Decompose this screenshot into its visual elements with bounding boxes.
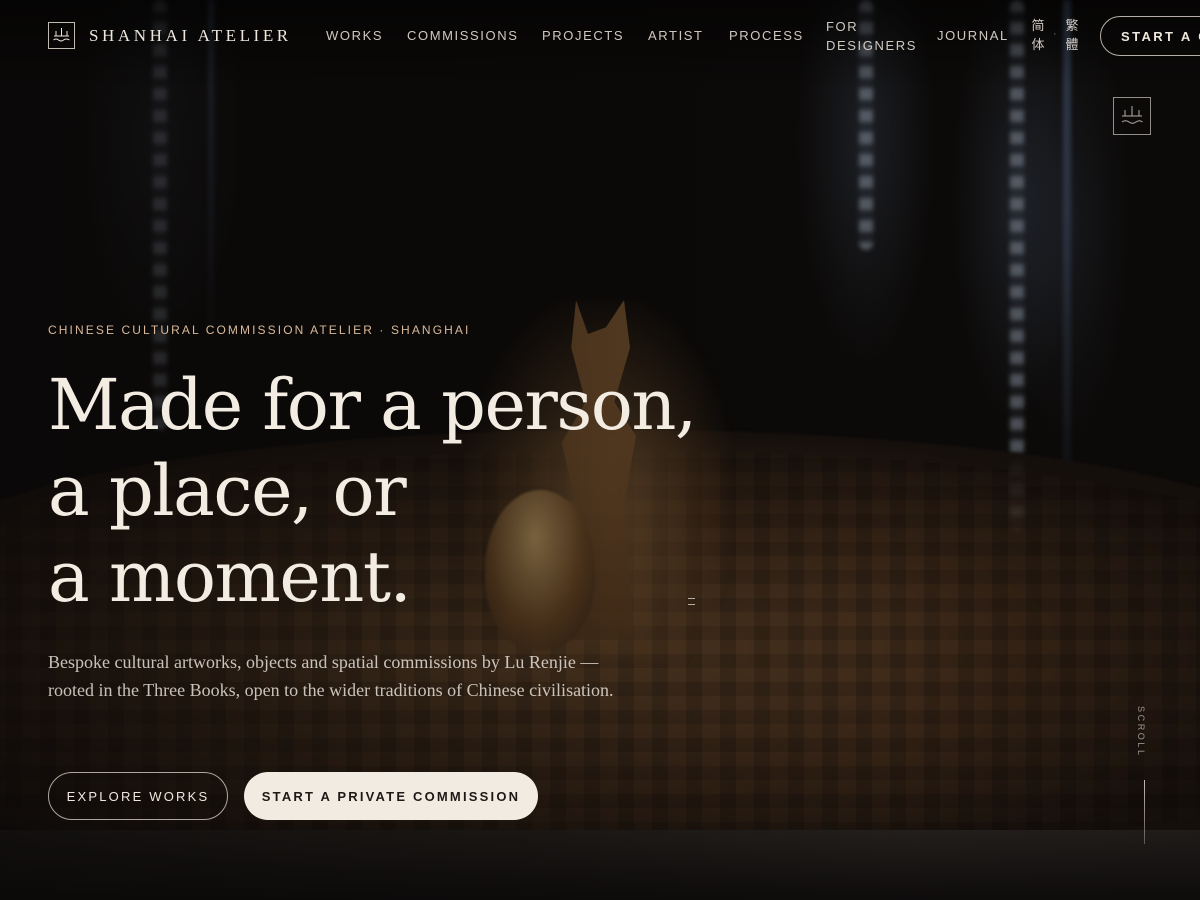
slide-indicator[interactable] (688, 598, 696, 610)
site-header: SHANHAI ATELIER WORKS COMMISSIONS PROJEC… (0, 0, 1200, 72)
explore-works-button[interactable]: EXPLORE WORKS (48, 772, 228, 820)
nav-process[interactable]: PROCESS (729, 28, 804, 43)
nav-for-designers[interactable]: FOR DESIGNERS (826, 17, 916, 55)
lang-separator: · (1053, 28, 1057, 40)
headline-line-3: a moment. (48, 536, 412, 618)
start-private-commission-button[interactable]: START A PRIVATE COMMISSION (244, 772, 538, 820)
scroll-label: SCROLL (1136, 706, 1146, 758)
headline-line-1: Made for a person, (48, 364, 697, 446)
start-commission-header-button[interactable]: START A C (1100, 16, 1200, 56)
scroll-indicator-line (1144, 780, 1145, 844)
headline-line-2: a place, or (48, 450, 407, 532)
nav-artist[interactable]: ARTIST (648, 28, 704, 43)
nav-journal[interactable]: JOURNAL (937, 28, 1009, 43)
hero-page: SHANHAI ATELIER WORKS COMMISSIONS PROJEC… (0, 0, 1200, 900)
mountain-wave-seal-icon (1113, 97, 1151, 135)
hero-lede: Bespoke cultural artworks, objects and s… (48, 652, 614, 700)
nav-commissions[interactable]: COMMISSIONS (407, 28, 519, 43)
hero-headline: Made for a person, a place, or a moment. (48, 362, 697, 620)
lang-traditional-chinese[interactable]: 繁體 (1065, 17, 1079, 55)
mountain-wave-seal-icon (48, 22, 75, 49)
nav-projects[interactable]: PROJECTS (542, 28, 624, 43)
brand-name: SHANHAI ATELIER (89, 25, 292, 45)
brand-logo-link[interactable]: SHANHAI ATELIER (48, 22, 292, 49)
lang-simplified-chinese[interactable]: 简体 (1031, 17, 1045, 55)
hero-eyebrow: CHINESE CULTURAL COMMISSION ATELIER · SH… (48, 323, 471, 337)
nav-works[interactable]: WORKS (326, 28, 383, 43)
